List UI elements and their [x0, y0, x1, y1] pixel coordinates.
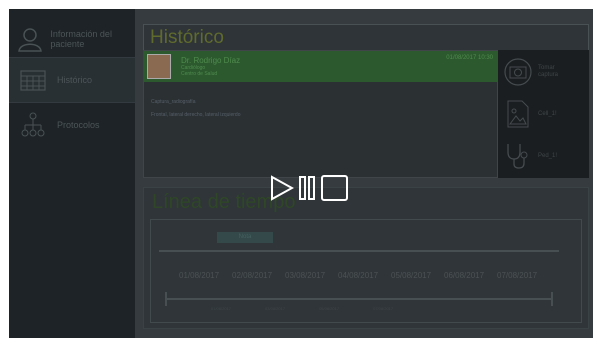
entry-line: Frontal, lateral derecho, lateral izquie… — [151, 112, 241, 118]
range-tick: 07/08/2017 — [373, 306, 394, 311]
ped-button[interactable]: Ped_1! — [498, 136, 589, 176]
timeline-dates: 01/08/2017 02/08/2017 03/08/2017 04/08/2… — [179, 271, 550, 280]
play-icon[interactable] — [270, 175, 294, 201]
timeline-date: 06/08/2017 — [444, 271, 485, 280]
history-entry[interactable]: Dr. Rodrigo Díaz Cardiólogo Centro de Sa… — [143, 50, 499, 178]
avatar — [147, 54, 171, 79]
doctor-bar: Dr. Rodrigo Díaz Cardiólogo Centro de Sa… — [144, 51, 499, 82]
timeline-date: 05/08/2017 — [391, 271, 432, 280]
timeline-section: Línea de tiempo Nota 01/08/2017 02/08/20… — [143, 187, 589, 329]
app-window: Información del paciente Histórico Proto… — [9, 9, 593, 338]
timeline-range-slider[interactable] — [159, 292, 559, 306]
range-handle-right[interactable] — [551, 292, 553, 306]
action-panel: Tomar captura Cell_1! Ped_1! — [498, 50, 589, 178]
timeline-date: 04/08/2017 — [338, 271, 379, 280]
pause-icon[interactable] — [299, 175, 315, 201]
calendar-icon — [9, 69, 57, 91]
user-icon — [9, 26, 50, 52]
timeline-date: 03/08/2017 — [285, 271, 326, 280]
timeline-axis — [159, 250, 559, 252]
sidebar-item-label: Histórico — [57, 75, 93, 85]
range-ticks: 01/08/2017 03/08/2017 05/08/2017 07/08/2… — [211, 306, 393, 311]
range-track — [165, 298, 553, 300]
action-label: Ped_1! — [538, 152, 558, 159]
timeline-date: 07/08/2017 — [497, 271, 538, 280]
range-tick: 05/08/2017 — [319, 306, 340, 311]
entry-line: Captura_radiografía — [151, 99, 196, 105]
doctor-name: Dr. Rodrigo Díaz — [181, 56, 241, 65]
page-title: Histórico — [150, 27, 224, 48]
sidebar-item-historico[interactable]: Histórico — [9, 57, 135, 103]
entry-date: 01/08/2017 10:30 — [446, 55, 493, 61]
sidebar-item-label: Protocolos — [57, 120, 100, 130]
timeline-event-tag[interactable]: Nota — [217, 232, 273, 243]
sidebar-item-label: Información del paciente — [50, 29, 112, 49]
doctor-center: Centro de Salud — [181, 71, 218, 77]
timeline-box: Nota 01/08/2017 02/08/2017 03/08/2017 04… — [150, 219, 582, 323]
cell-button[interactable]: Cell_1! — [498, 94, 589, 134]
camera-icon — [498, 58, 538, 86]
action-label: Cell_1! — [538, 110, 557, 117]
org-chart-icon — [9, 112, 57, 138]
doctor-subtitle: Cardiólogo Centro de Salud — [181, 65, 217, 77]
stop-icon[interactable] — [321, 175, 348, 201]
sidebar: Información del paciente Histórico Proto… — [9, 9, 135, 338]
range-tick: 01/08/2017 — [211, 306, 232, 311]
take-capture-button[interactable]: Tomar captura — [498, 52, 589, 92]
range-tick: 03/08/2017 — [265, 306, 286, 311]
action-label: Tomar captura — [538, 65, 559, 78]
main-panel: Histórico Dr. Rodrigo Díaz Cardiólogo Ce… — [135, 9, 593, 338]
image-document-icon — [498, 100, 538, 128]
range-handle-left[interactable] — [165, 292, 167, 306]
timeline-date: 02/08/2017 — [232, 271, 273, 280]
timeline-date: 01/08/2017 — [179, 271, 220, 280]
sidebar-item-patient-info[interactable]: Información del paciente — [9, 19, 135, 59]
sidebar-item-protocolos[interactable]: Protocolos — [9, 105, 135, 145]
stethoscope-icon — [498, 142, 538, 170]
